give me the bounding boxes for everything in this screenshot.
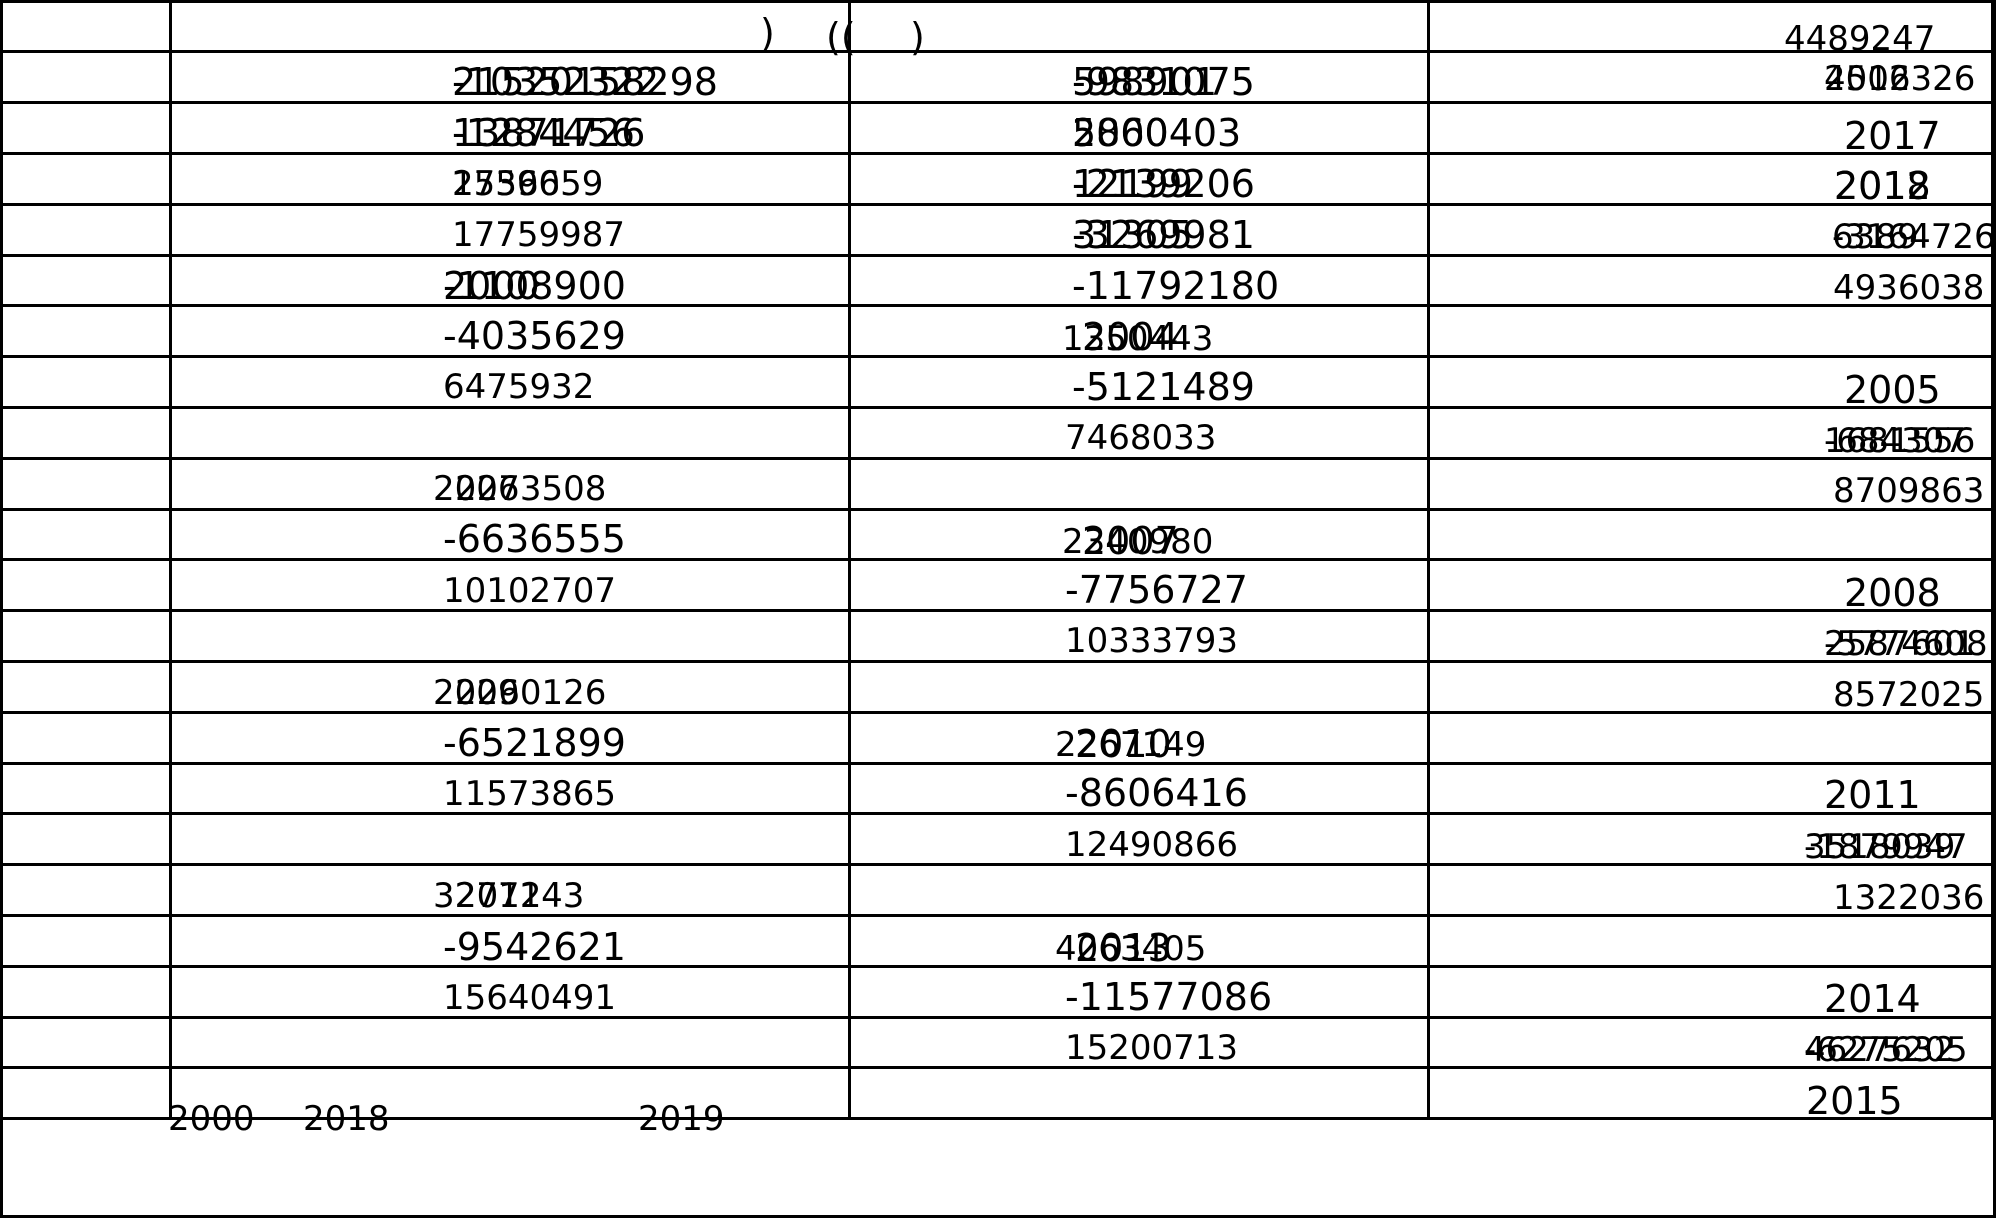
cell-value: -4035629 <box>443 314 626 358</box>
row-divider <box>0 508 1996 511</box>
row-divider <box>0 1066 1996 1069</box>
row-divider <box>0 863 1996 866</box>
cell-value: 6475932 <box>443 367 595 407</box>
cell-value: -6636555 <box>443 517 626 561</box>
row-divider <box>0 812 1996 815</box>
cell-value: -9542621 <box>443 925 626 969</box>
header-paren: ) <box>910 15 925 59</box>
cell-value: 2273508 <box>455 469 607 509</box>
cell-value: -6521899 <box>443 721 626 765</box>
row-divider <box>0 203 1996 206</box>
cell-value: 3277143 <box>433 876 585 916</box>
cell-value: -7756727 <box>1065 568 1248 612</box>
cell-value: 3518039 <box>1804 827 1956 867</box>
row-divider <box>0 609 1996 612</box>
cell-value: 4627632 <box>1804 1030 1956 1070</box>
cell-value: 17596 <box>452 164 561 204</box>
cell-value: 2260126 <box>455 673 607 713</box>
row-divider <box>0 152 1996 155</box>
cell-value: 10102707 <box>443 571 617 611</box>
footer-year: 2000 <box>168 1099 255 1139</box>
cell-value: 11573865 <box>443 774 617 814</box>
cell-value: -8606416 <box>1065 771 1248 815</box>
cell-value: 2587601 <box>1824 624 1976 664</box>
cell-value: 17759987 <box>452 215 626 255</box>
cell-value: 7468033 <box>1065 418 1217 458</box>
row-divider <box>0 914 1996 917</box>
row-divider <box>0 1016 1996 1019</box>
cell-value: 12199 <box>1072 162 1193 206</box>
cell-value: 13871726 <box>452 111 646 155</box>
row-divider <box>0 406 1996 409</box>
cell-value: -10352322 <box>452 60 660 104</box>
row-divider <box>0 558 1996 561</box>
cell-value: -11792180 <box>1072 264 1280 308</box>
cell-value: 2014 <box>1824 977 1921 1021</box>
row-divider <box>0 1117 1996 1120</box>
row-divider <box>0 0 1996 3</box>
cell-value: 6389 <box>1832 217 1919 257</box>
cell-value: 8709863 <box>1833 471 1985 511</box>
row-divider <box>0 965 1996 968</box>
cell-value: 15640491 <box>443 978 617 1018</box>
footer-year: 2018 <box>303 1099 390 1139</box>
cell-value: 598901 <box>1072 60 1218 104</box>
cell-value: 2015 <box>1806 1079 1903 1123</box>
cell-value: 2340980 <box>1062 522 1214 562</box>
cell-value: -11577086 <box>1065 975 1273 1019</box>
cell-value: 2017 <box>1844 114 1941 158</box>
column-divider <box>1427 0 1430 1119</box>
row-divider <box>0 660 1996 663</box>
cell-value: 5860 <box>1072 111 1169 155</box>
header-paren: (( <box>826 15 856 59</box>
cell-value: 2012 <box>1834 164 1931 208</box>
row-divider <box>0 254 1996 257</box>
header-paren: ) <box>760 11 775 55</box>
row-divider <box>0 50 1996 53</box>
row-divider <box>0 711 1996 714</box>
column-divider <box>0 0 3 1218</box>
cell-value: 12490866 <box>1065 825 1239 865</box>
cell-value: 1350443 <box>1062 319 1214 359</box>
cell-value: 2011 <box>1824 773 1921 817</box>
cell-value: 2267149 <box>1055 725 1207 765</box>
document-page: ) (( ) 4489247 21520158298 -10352322 -12… <box>0 0 1996 1218</box>
cell-value: 8572025 <box>1833 675 1985 715</box>
cell-value: 1322036 <box>1833 878 1985 918</box>
row-divider <box>0 304 1996 307</box>
cell-value: -1108900 <box>443 264 626 308</box>
cell-value: 2002 <box>1824 59 1911 99</box>
column-divider <box>848 0 851 1119</box>
cell-value: 4063405 <box>1055 929 1207 969</box>
cell-value: 15200713 <box>1065 1028 1239 1068</box>
cell-value: 2005 <box>1844 368 1941 412</box>
row-divider <box>0 355 1996 358</box>
cell-value: 4936038 <box>1833 268 1985 308</box>
cell-value: 2008 <box>1844 571 1941 615</box>
cell-value: 1681556 <box>1824 421 1976 461</box>
column-divider <box>169 0 172 1119</box>
cell-value: -5121489 <box>1072 365 1255 409</box>
header-value: 4489247 <box>1784 19 1936 59</box>
cell-value: 10333793 <box>1065 621 1239 661</box>
row-divider <box>0 457 1996 460</box>
cell-value: 31305 <box>1072 213 1193 257</box>
row-divider <box>0 762 1996 765</box>
row-divider <box>0 101 1996 104</box>
footer-year: 2019 <box>638 1099 725 1139</box>
